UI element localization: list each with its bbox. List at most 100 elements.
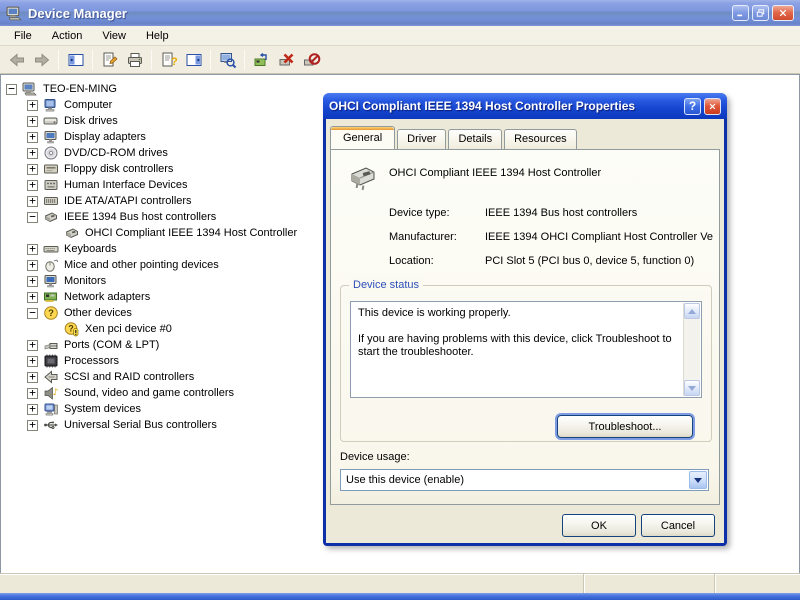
network-adapter-icon: [43, 289, 59, 305]
expand-expander[interactable]: +: [27, 388, 38, 399]
scroll-down-button[interactable]: [684, 380, 700, 396]
back-button[interactable]: [4, 48, 29, 72]
mouse-icon: [43, 257, 59, 273]
tree-item-label: DVD/CD-ROM drives: [64, 147, 168, 159]
expand-expander[interactable]: +: [27, 164, 38, 175]
status-panel-main: [0, 574, 583, 593]
restore-button[interactable]: [752, 5, 769, 21]
tab-page-general: OHCI Compliant IEEE 1394 Host Controller…: [330, 149, 720, 505]
menu-action[interactable]: Action: [42, 28, 93, 44]
menu-file[interactable]: File: [4, 28, 42, 44]
expand-expander[interactable]: +: [27, 116, 38, 127]
dialog-close-button[interactable]: [704, 98, 721, 115]
dialog-help-button[interactable]: ?: [684, 98, 701, 115]
collapse-expander[interactable]: −: [27, 212, 38, 223]
tree-item-label: OHCI Compliant IEEE 1394 Host Controller: [85, 227, 297, 239]
close-button[interactable]: [772, 5, 794, 21]
expand-expander[interactable]: +: [27, 340, 38, 351]
firewire-icon: [64, 225, 80, 241]
firewire-device-icon: [347, 160, 379, 192]
chevron-down-icon: [694, 478, 702, 483]
update-driver-button[interactable]: [249, 48, 274, 72]
processor-icon: [43, 353, 59, 369]
expand-expander[interactable]: +: [27, 196, 38, 207]
forward-button[interactable]: [29, 48, 54, 72]
computer-category-icon: [43, 97, 59, 113]
help-doc-button[interactable]: ?: [156, 48, 181, 72]
uninstall-device-button[interactable]: [299, 48, 324, 72]
disable-device-button[interactable]: [274, 48, 299, 72]
minimize-button[interactable]: [732, 5, 749, 21]
tab-general[interactable]: General: [330, 126, 395, 149]
field-row-device-type: Device type:IEEE 1394 Bus host controlle…: [389, 207, 714, 231]
tree-item-label: Sound, video and game controllers: [64, 387, 234, 399]
svg-text:?: ?: [48, 308, 54, 319]
svg-text:?: ?: [68, 324, 74, 334]
tree-item-label: Xen pci device #0: [85, 323, 172, 335]
expand-expander[interactable]: +: [27, 100, 38, 111]
tree-item-label: Computer: [64, 99, 112, 111]
ok-button[interactable]: OK: [562, 514, 636, 537]
expand-expander[interactable]: +: [27, 148, 38, 159]
collapse-expander[interactable]: −: [27, 308, 38, 319]
tree-item-label: IEEE 1394 Bus host controllers: [64, 211, 216, 223]
tab-resources[interactable]: Resources: [504, 129, 577, 149]
floppy-controller-icon: [43, 161, 59, 177]
field-value: IEEE 1394 OHCI Compliant Host Controller…: [485, 231, 714, 243]
status-panel-2: [583, 574, 714, 593]
expand-expander[interactable]: +: [27, 356, 38, 367]
expand-expander[interactable]: +: [27, 244, 38, 255]
field-label: Device type:: [389, 207, 485, 219]
status-panel-3: [714, 574, 800, 593]
expand-expander[interactable]: +: [27, 404, 38, 415]
toolbar-separator: [151, 50, 152, 70]
keyboard-icon: [43, 241, 59, 257]
tree-item-label: Processors: [64, 355, 119, 367]
expand-expander[interactable]: +: [27, 420, 38, 431]
unknown-device-icon: ?: [43, 305, 59, 321]
combo-dropdown-button[interactable]: [689, 471, 707, 489]
tree-item-label: IDE ATA/ATAPI controllers: [64, 195, 192, 207]
action-pane-button[interactable]: [181, 48, 206, 72]
tab-driver[interactable]: Driver: [397, 129, 446, 149]
tab-details[interactable]: Details: [448, 129, 502, 149]
dialog-tabs: GeneralDriverDetailsResources: [330, 126, 579, 149]
tree-item-label: Network adapters: [64, 291, 150, 303]
properties-button[interactable]: [97, 48, 122, 72]
dvd-drive-icon: [43, 145, 59, 161]
tree-item-label: TEO-EN-MING: [43, 83, 117, 95]
expand-expander[interactable]: +: [27, 180, 38, 191]
cancel-button[interactable]: Cancel: [641, 514, 715, 537]
field-label: Location:: [389, 255, 485, 267]
dialog-titlebar: OHCI Compliant IEEE 1394 Host Controller…: [323, 93, 727, 119]
disk-drive-icon: [43, 113, 59, 129]
console-tree-button[interactable]: [63, 48, 88, 72]
tree-item-label: Display adapters: [64, 131, 146, 143]
firewire-icon: [43, 209, 59, 225]
toolbar-separator: [210, 50, 211, 70]
expand-expander[interactable]: +: [27, 372, 38, 383]
print-button[interactable]: [122, 48, 147, 72]
scroll-up-button[interactable]: [684, 303, 700, 319]
collapse-expander[interactable]: −: [6, 84, 17, 95]
expand-expander[interactable]: +: [27, 260, 38, 271]
expand-expander[interactable]: +: [27, 276, 38, 287]
expand-expander[interactable]: +: [27, 132, 38, 143]
device-fields: Device type:IEEE 1394 Bus host controlle…: [389, 207, 714, 279]
scan-hardware-button[interactable]: [215, 48, 240, 72]
menu-help[interactable]: Help: [136, 28, 179, 44]
troubleshoot-button[interactable]: Troubleshoot...: [557, 415, 693, 438]
monitor-icon: [43, 273, 59, 289]
hid-device-icon: [43, 177, 59, 193]
field-row-location: Location:PCI Slot 5 (PCI bus 0, device 5…: [389, 255, 714, 279]
device-usage-select[interactable]: Use this device (enable): [340, 469, 709, 491]
device-name: OHCI Compliant IEEE 1394 Host Controller: [389, 167, 704, 179]
window-title: Device Manager: [28, 6, 729, 21]
status-scrollbar[interactable]: [683, 303, 700, 396]
scsi-controller-icon: [43, 369, 59, 385]
menu-view[interactable]: View: [92, 28, 136, 44]
expand-expander[interactable]: +: [27, 292, 38, 303]
taskbar-edge: [0, 593, 800, 600]
device-status-text[interactable]: This device is working properly. If you …: [350, 301, 702, 398]
device-usage-value: Use this device (enable): [346, 474, 464, 486]
